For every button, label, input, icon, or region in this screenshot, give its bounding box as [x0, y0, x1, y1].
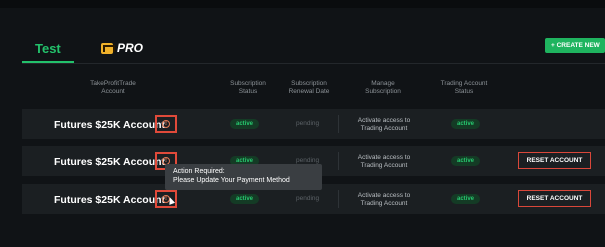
crown-icon: [101, 42, 115, 54]
divider: [338, 152, 339, 170]
header-trading-status: Trading Account Status: [440, 80, 488, 95]
renewal-date: pending: [296, 195, 320, 202]
reset-account-button[interactable]: RESET ACCOUNT: [518, 152, 591, 169]
payment-tooltip: Action Required: Please Update Your Paym…: [165, 164, 322, 190]
header-manage-subscription: Manage Subscription: [365, 80, 401, 95]
header-account: TakeProfitTrade Account: [90, 80, 136, 95]
renewal-date: pending: [296, 120, 320, 127]
warning-icon[interactable]: !: [162, 120, 170, 128]
subscription-status-badge: active: [230, 194, 260, 204]
divider: [338, 190, 339, 208]
header-renewal-date: Subscription Renewal Date: [288, 80, 330, 95]
table-row: Futures $25K Account ! active pending Ac…: [22, 109, 605, 139]
manage-subscription-link[interactable]: Activate access to Trading Account: [356, 117, 412, 133]
tab-pro-label: PRO: [117, 41, 144, 55]
account-name: Futures $25K Account: [54, 156, 166, 168]
tooltip-title: Action Required:: [173, 168, 225, 175]
manage-subscription-link[interactable]: Activate access to Trading Account: [356, 192, 412, 208]
trading-status-badge: active: [451, 156, 481, 166]
top-strip: [0, 0, 605, 8]
header-subscription-status: Subscription Status: [230, 80, 266, 95]
manage-subscription-link[interactable]: Activate access to Trading Account: [356, 154, 412, 170]
warning-highlight[interactable]: !: [155, 115, 177, 133]
reset-account-button[interactable]: RESET ACCOUNT: [518, 190, 591, 207]
trading-status-badge: active: [451, 194, 481, 204]
account-name: Futures $25K Account: [54, 194, 166, 206]
tab-test[interactable]: Test: [35, 40, 61, 56]
trading-status-badge: active: [451, 119, 481, 129]
tab-divider: [22, 63, 605, 64]
account-name: Futures $25K Account: [54, 119, 166, 131]
tab-test-label: Test: [35, 40, 61, 56]
renewal-date: pending: [296, 157, 320, 164]
subscription-status-badge: active: [230, 119, 260, 129]
tooltip-message: Please Update Your Payment Method: [173, 177, 290, 184]
tab-pro[interactable]: PRO: [101, 40, 143, 56]
create-new-button[interactable]: + CREATE NEW: [545, 38, 605, 53]
divider: [338, 115, 339, 133]
